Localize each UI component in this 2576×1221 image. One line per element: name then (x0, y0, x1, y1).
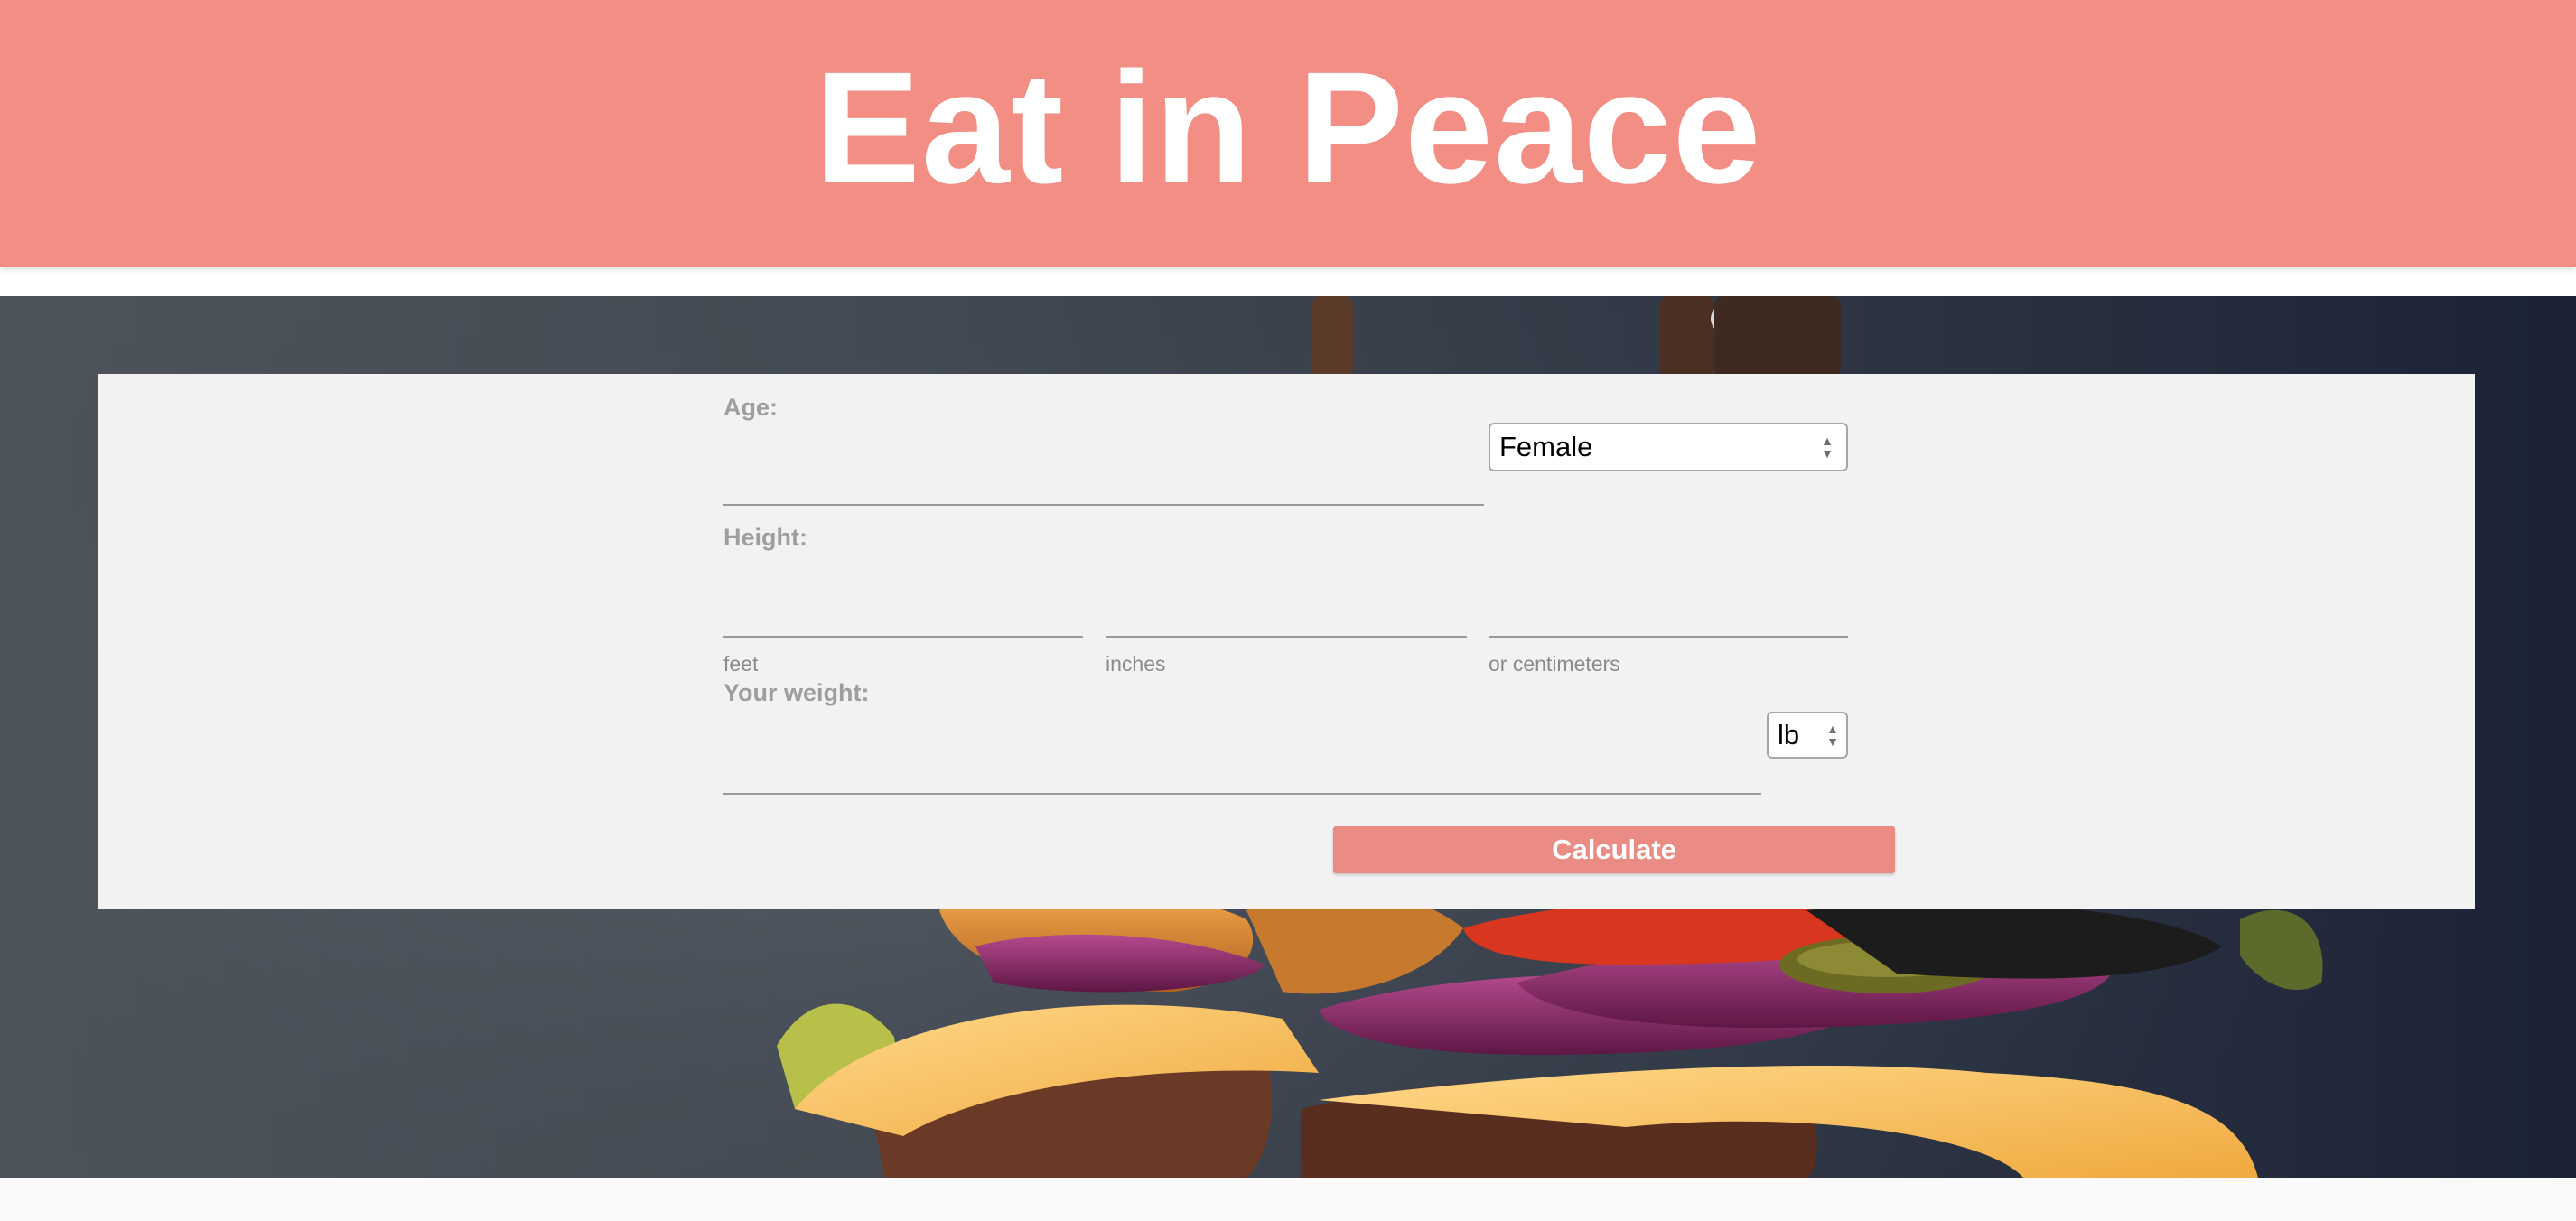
footer-strip (0, 1178, 2576, 1221)
age-input[interactable] (723, 468, 1484, 506)
feet-caption: feet (723, 652, 759, 676)
up-down-chevron-icon: ▲ ▼ (1826, 722, 1839, 749)
height-cm-input[interactable] (1489, 600, 1848, 638)
inches-caption: inches (1106, 652, 1166, 676)
height-label: Height: (723, 524, 807, 551)
site-title: Eat in Peace (814, 40, 1762, 217)
up-down-chevron-icon: ▲ ▼ (1821, 433, 1834, 461)
weight-unit-select[interactable]: lb ▲ ▼ (1767, 712, 1848, 759)
weight-input[interactable] (723, 757, 1761, 795)
height-inches-input[interactable] (1106, 600, 1467, 638)
age-label: Age: (723, 394, 778, 421)
weight-label: Your weight: (723, 679, 870, 706)
sex-select[interactable]: Female ▲ ▼ (1489, 423, 1848, 471)
bmi-calculator-form (98, 374, 2475, 909)
sex-select-value: Female (1499, 431, 1593, 462)
weight-unit-value: lb (1778, 719, 1800, 750)
height-feet-input[interactable] (723, 600, 1083, 638)
site-header: Eat in Peace (0, 0, 2576, 267)
calculate-button[interactable]: Calculate (1333, 826, 1895, 873)
centimeters-caption: or centimeters (1489, 652, 1620, 676)
